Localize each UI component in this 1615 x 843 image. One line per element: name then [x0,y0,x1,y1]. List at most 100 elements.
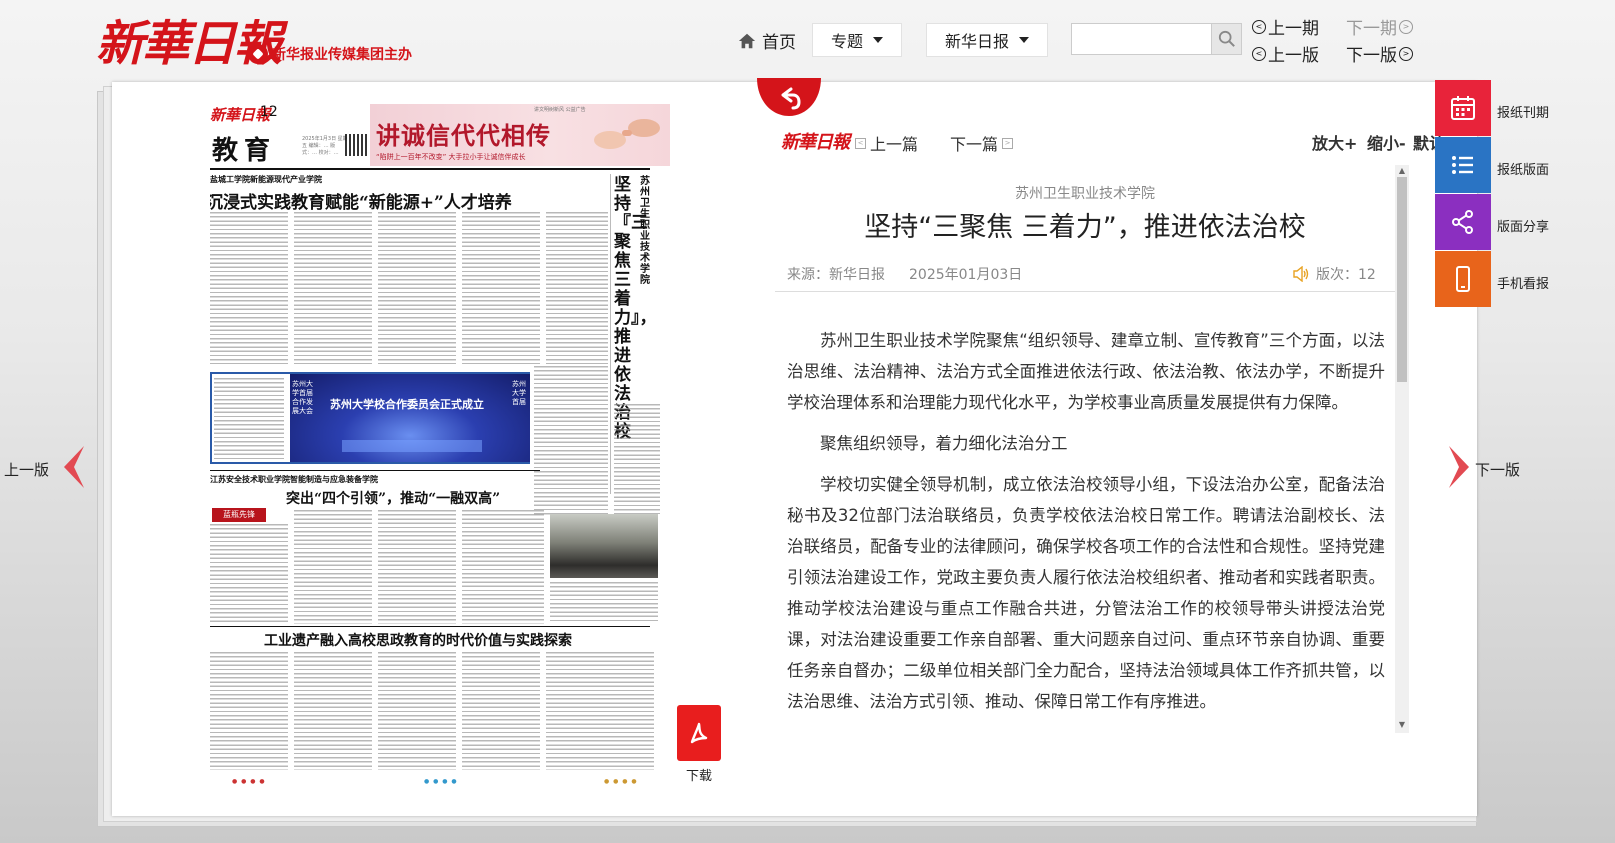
vertical-story-headline[interactable]: 坚持『三聚焦 三着力』，推进依法治校 [614,176,657,442]
article-panel: 苏州卫生职业技术学院 坚持“三聚焦 三着力”，推进依法治校 来源：新华日报 20… [775,161,1409,733]
pdf-download-button[interactable] [677,705,721,761]
rail-mobile-button[interactable] [1435,251,1491,307]
article-kicker: 苏州卫生职业技术学院 [1015,186,1155,202]
story1-text-col [294,212,372,364]
prev-page-link[interactable]: < 上一版 [1252,41,1319,66]
article-source: 来源：新华日报 [787,267,885,283]
photo-caption-text [550,582,658,622]
chevron-right-icon: > [1002,137,1014,149]
chevron-right-icon: > [1399,46,1413,61]
story2-kicker: 江苏安全技术职业学院智能制造与应急装备学院 [210,475,378,484]
side-next-page-arrow-icon[interactable] [1447,444,1473,490]
rail-share-button[interactable] [1435,194,1491,250]
article-body: 苏州卫生职业技术学院聚焦“组织领导、建章立制、宣传教育”三个方面，以法治思维、法… [787,325,1385,727]
chevron-down-icon [873,37,883,43]
next-page-label: 下一版 [1346,46,1397,66]
scroll-up-icon[interactable]: ▲ [1397,166,1407,176]
search-input[interactable] [1071,23,1212,55]
prev-issue-link[interactable]: < 上一期 [1252,14,1319,39]
nav-home-link[interactable]: 首页 [738,28,796,53]
story3-text-col [546,652,654,770]
side-prev-page-label[interactable]: 上一版 [4,459,49,480]
article-paragraph: 学校切实健全领导机制，成立依法治校领导小组，下设法治办公室，配备法治秘书及32位… [787,475,1385,711]
download-label[interactable]: 下载 [686,765,712,784]
article-title: 坚持“三聚焦 三着力”，推进依法治校 [864,212,1306,243]
next-article-link[interactable]: 下一篇 > [950,131,1014,155]
chevron-left-icon: < [1252,46,1266,61]
rail-issues-button[interactable] [1435,80,1491,136]
back-button[interactable] [757,78,821,118]
page-rule [210,626,650,627]
zoom-out-button[interactable]: 缩小- [1367,130,1406,154]
story3-text-col [210,652,288,770]
rail-pages-label[interactable]: 报纸版面 [1497,159,1549,178]
page-rule [210,168,650,170]
nav-home-label: 首页 [762,33,796,53]
story1-text-col [210,212,288,364]
story3-headline[interactable]: 工业遗产融入高校思政教育的时代价值与实践探索 [264,630,572,650]
article-subheading: 聚焦组织领导，着力细化法治分工 [820,434,1068,453]
paper-dropdown[interactable]: 新华日报 [926,23,1048,57]
chevron-left-icon: < [1252,19,1266,34]
page-number: 12 [260,104,278,120]
prev-page-label: 上一版 [1268,46,1319,66]
stage-photo: 苏州大学校合作委员会正式成立 [290,374,530,462]
newspaper-page-image[interactable]: 新華日報 12 教育 2025年1月3日 星期五 编辑：… 版式：… 校对：… … [210,104,670,794]
chevron-left-icon: < [855,137,866,149]
story1-kicker: 盐城工学院新能源现代产业学院 [210,175,322,184]
next-issue-label: 下一期 [1346,19,1397,39]
zoom-in-button[interactable]: 放大+ [1312,130,1357,154]
publisher-name: 新华报业传媒集团主办 [272,47,412,63]
conference-photo: 苏州大学校合作委员会正式成立 苏州大学首届合作发展大会 苏州大学首届 [210,372,530,464]
side-next-page-label[interactable]: 下一版 [1475,459,1520,480]
story1-headline[interactable]: 沉浸式实践教育赋能“新能源+”人才培养 [210,188,512,213]
public-service-ad: 讲文明树新风 公益广告 讲诚信代代相传 “陷阱上一百年不改变” 大手拉小手让诚信… [370,104,670,166]
rail-mobile-label[interactable]: 手机看报 [1497,273,1549,292]
page-section-title: 教育 [212,136,277,166]
stage-screen [342,440,482,452]
story1-text-col [378,212,456,364]
speaker-icon[interactable] [1292,266,1310,282]
article-paragraph: 苏州卫生职业技术学院聚焦“组织领导、建章立制、宣传教育”三个方面，以法治思维、法… [787,331,1385,412]
photo-side-text: 苏州大学首届 [512,380,526,406]
calendar-icon [1451,96,1475,120]
prev-issue-label: 上一期 [1268,19,1319,39]
publisher-tagline: 新华报业传媒集团主办 [248,44,412,64]
vertical-story-text-col [534,366,608,516]
side-prev-page-arrow-icon[interactable] [60,444,86,490]
story2-text-col [294,510,372,624]
next-issue-link[interactable]: 下一期 > [1346,14,1413,39]
article-issue: 版次：12 [1292,264,1376,284]
vertical-story-text-col [614,404,660,514]
article-scrollbar-thumb[interactable] [1397,177,1407,382]
chevron-down-icon [1019,37,1029,43]
story3-text-col [462,652,540,770]
story2-text-col [462,510,544,624]
page-rule [210,470,540,471]
stage-banner-text: 苏州大学校合作委员会正式成立 [330,398,484,411]
share-icon [1452,210,1473,234]
rail-share-label[interactable]: 版面分享 [1497,216,1549,235]
group-seal-icon [248,44,268,64]
prev-article-link[interactable]: < 上一篇 [855,131,918,155]
scroll-down-icon[interactable]: ▼ [1397,720,1407,730]
photo-caption-text [214,378,284,460]
topic-dropdown-label: 专题 [830,32,863,51]
article-meta: 来源：新华日报 2025年01月03日 [787,264,1022,284]
next-page-link[interactable]: 下一版 > [1346,41,1413,66]
search-button[interactable] [1212,23,1242,55]
article-logo: 新華日報 [781,132,850,153]
topic-dropdown[interactable]: 专题 [812,23,902,57]
pdf-icon [690,722,708,744]
ad-subtitle: “陷阱上一百年不改变” 大手拉小手让诚信伴成长 [376,153,526,161]
rail-pages-button[interactable] [1435,137,1491,193]
color-registration-marks: ● ● ● ● [604,778,638,785]
story1-text-col [462,212,540,364]
page-masthead: 新華日報 12 教育 2025年1月3日 星期五 编辑：… 版式：… 校对：… … [210,104,670,166]
article-date: 2025年01月03日 [909,267,1023,283]
brand-chip: 蓝瓶先锋 [212,508,266,522]
story2-headline[interactable]: 突出“四个引领”，推动“一融双高” [286,488,500,508]
hands-illustration [594,119,660,149]
rail-issues-label[interactable]: 报纸刊期 [1497,102,1549,121]
story2-text-col [210,524,288,624]
